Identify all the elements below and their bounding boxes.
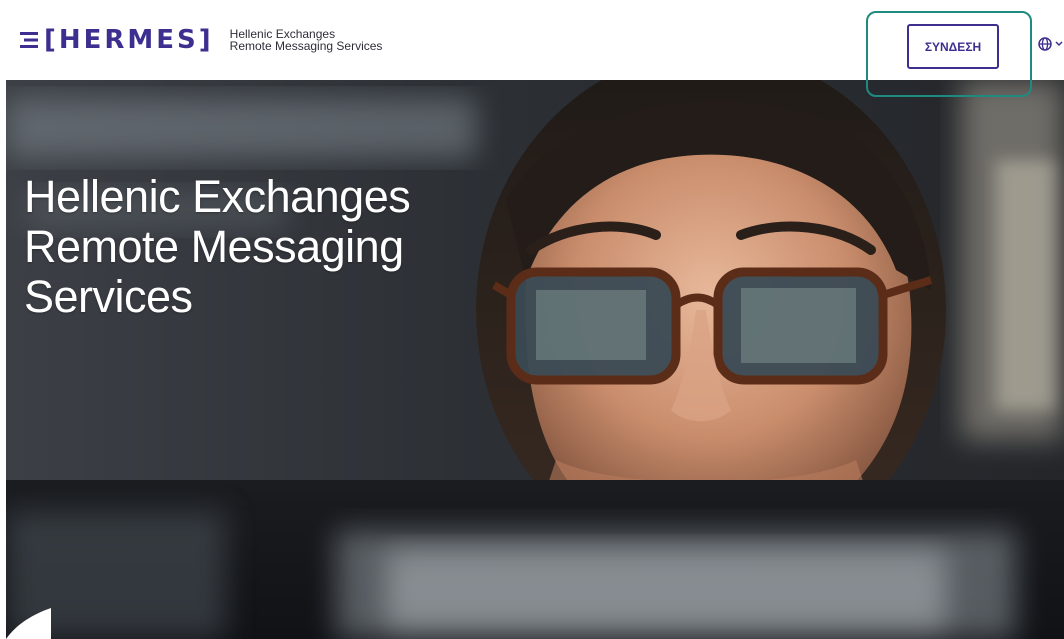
hermes-logo[interactable]: [HERMES] Hellenic Exchanges Remote Messa… [18,27,382,53]
chevron-down-icon [1055,41,1063,47]
logo-tagline: Hellenic Exchanges Remote Messaging Serv… [230,28,383,52]
language-selector[interactable] [1038,37,1064,51]
login-button[interactable]: ΣΥΝΔΕΣΗ [907,24,999,69]
logo-tagline-line2: Remote Messaging Services [229,39,383,53]
site-header: [HERMES] Hellenic Exchanges Remote Messa… [0,0,1064,97]
logo-mark: [HERMES] [18,27,214,53]
menu-lines-icon [20,32,38,48]
hero-banner: Hellenic Exchanges Remote Messaging Serv… [6,80,1064,639]
hero-title-line3: Services [24,271,193,322]
hero-title: Hellenic Exchanges Remote Messaging Serv… [24,171,411,322]
hero-title-line1: Hellenic Exchanges [24,171,411,222]
hero-title-line2: Remote Messaging [24,221,404,272]
hero-photo [6,80,1064,639]
globe-icon [1038,37,1052,51]
logo-brand-text: [HERMES] [44,25,214,55]
